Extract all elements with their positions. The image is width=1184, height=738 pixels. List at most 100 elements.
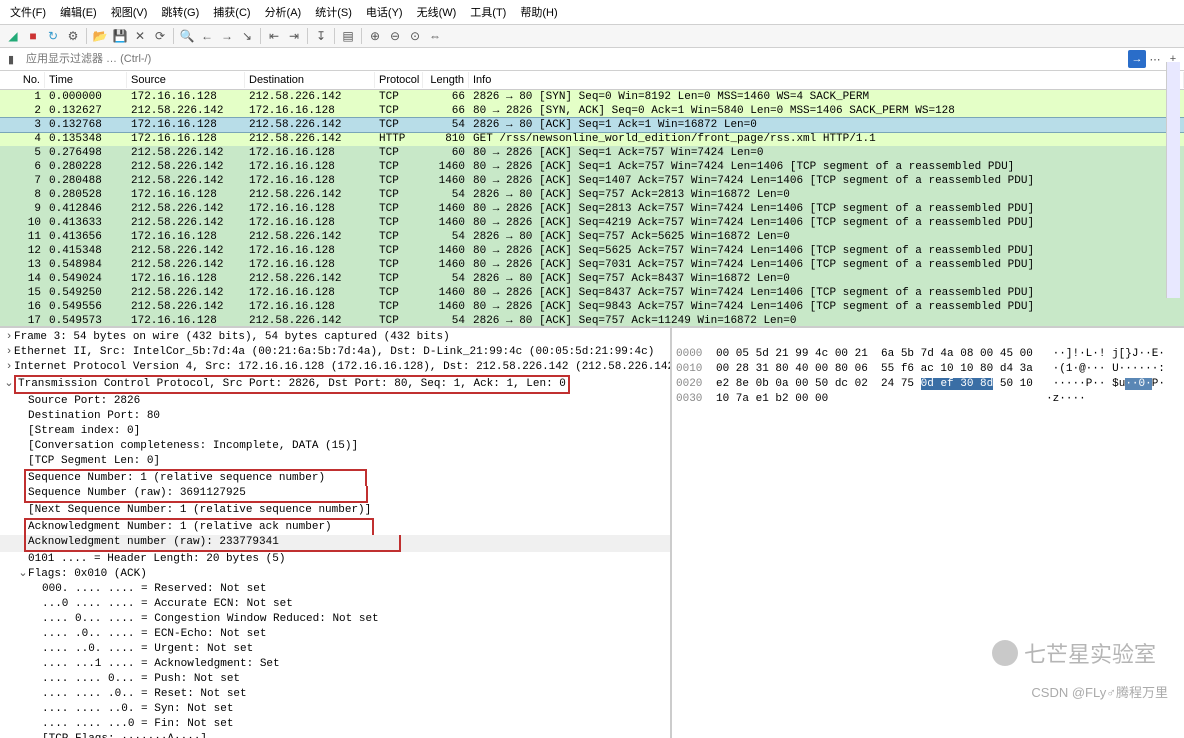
hex-row[interactable]: 10 7a e1 b2 00 00	[716, 393, 828, 405]
hex-row[interactable]: 00 28 31 80 40 00 80 06 55 f6 ac 10 10 8…	[716, 363, 1033, 375]
packet-map[interactable]	[1166, 62, 1180, 298]
find-icon[interactable]: 🔍	[178, 27, 196, 45]
packet-time: 0.135348	[45, 132, 127, 146]
packet-row[interactable]: 140.549024172.16.16.128212.58.226.142TCP…	[0, 272, 1184, 286]
menu-capture[interactable]: 捕获(C)	[207, 2, 256, 22]
packet-row[interactable]: 20.132627212.58.226.142172.16.16.128TCP6…	[0, 104, 1184, 118]
ack-relative[interactable]: Acknowledgment Number: 1 (relative ack n…	[28, 521, 332, 533]
col-protocol[interactable]: Protocol	[375, 72, 423, 88]
ip-summary[interactable]: Internet Protocol Version 4, Src: 172.16…	[14, 361, 672, 373]
col-length[interactable]: Length	[423, 72, 469, 88]
display-filter-input[interactable]	[20, 50, 1128, 68]
stop-capture-icon[interactable]: ■	[24, 27, 42, 45]
zoom-in-icon[interactable]: ⊕	[366, 27, 384, 45]
close-icon[interactable]: ✕	[131, 27, 149, 45]
first-icon[interactable]: ⇤	[265, 27, 283, 45]
col-no[interactable]: No.	[0, 72, 45, 88]
tcp-segment-len[interactable]: [TCP Segment Len: 0]	[28, 455, 160, 467]
open-icon[interactable]: 📂	[91, 27, 109, 45]
packet-row[interactable]: 160.549556212.58.226.142172.16.16.128TCP…	[0, 300, 1184, 314]
goto-icon[interactable]: ↘	[238, 27, 256, 45]
flag-push[interactable]: .... .... 0... = Push: Not set	[42, 673, 240, 685]
bookmark-icon[interactable]: ▮	[2, 50, 20, 68]
packet-no: 9	[0, 202, 45, 216]
flag-syn[interactable]: .... .... ..0. = Syn: Not set	[42, 703, 233, 715]
tcp-flags-string[interactable]: [TCP Flags: ·······A····]	[42, 733, 207, 738]
packet-proto: TCP	[375, 258, 423, 272]
packet-row[interactable]: 60.280228212.58.226.142172.16.16.128TCP1…	[0, 160, 1184, 174]
options-icon[interactable]: ⚙	[64, 27, 82, 45]
seq-relative[interactable]: Sequence Number: 1 (relative sequence nu…	[28, 472, 325, 484]
start-capture-icon[interactable]: ◢	[4, 27, 22, 45]
hex-row[interactable]: 00 05 5d 21 99 4c 00 21 6a 5b 7d 4a 08 0…	[716, 348, 1033, 360]
packet-row[interactable]: 170.549573172.16.16.128212.58.226.142TCP…	[0, 314, 1184, 326]
packet-row[interactable]: 110.413656172.16.16.128212.58.226.142TCP…	[0, 230, 1184, 244]
packet-row[interactable]: 30.132768172.16.16.128212.58.226.142TCP5…	[0, 118, 1184, 132]
flag-reserved[interactable]: 000. .... .... = Reserved: Not set	[42, 583, 266, 595]
packet-row[interactable]: 90.412846212.58.226.142172.16.16.128TCP1…	[0, 202, 1184, 216]
resize-icon[interactable]: ⇔	[426, 27, 444, 45]
flag-ae[interactable]: ...0 .... .... = Accurate ECN: Not set	[42, 598, 293, 610]
flag-reset[interactable]: .... .... .0.. = Reset: Not set	[42, 688, 247, 700]
apply-filter-icon[interactable]: →	[1128, 50, 1146, 68]
packet-info: 80 → 2826 [ACK] Seq=2813 Ack=757 Win=742…	[469, 202, 1184, 216]
flag-urgent[interactable]: .... ..0. .... = Urgent: Not set	[42, 643, 253, 655]
flag-ecn[interactable]: .... .0.. .... = ECN-Echo: Not set	[42, 628, 266, 640]
packet-row[interactable]: 120.415348212.58.226.142172.16.16.128TCP…	[0, 244, 1184, 258]
src-port[interactable]: Source Port: 2826	[28, 395, 140, 407]
col-time[interactable]: Time	[45, 72, 127, 88]
header-length[interactable]: 0101 .... = Header Length: 20 bytes (5)	[28, 553, 285, 565]
flag-fin[interactable]: .... .... ...0 = Fin: Not set	[42, 718, 233, 730]
packet-row[interactable]: 50.276498212.58.226.142172.16.16.128TCP6…	[0, 146, 1184, 160]
menu-view[interactable]: 视图(V)	[105, 2, 154, 22]
frame-summary[interactable]: Frame 3: 54 bytes on wire (432 bits), 54…	[14, 331, 450, 343]
menu-wireless[interactable]: 无线(W)	[411, 2, 463, 22]
stream-index[interactable]: [Stream index: 0]	[28, 425, 140, 437]
ack-raw[interactable]: Acknowledgment number (raw): 233779341	[28, 536, 279, 548]
dst-port[interactable]: Destination Port: 80	[28, 410, 160, 422]
packet-bytes[interactable]: 000000 05 5d 21 99 4c 00 21 6a 5b 7d 4a …	[672, 328, 1184, 738]
flags-summary[interactable]: Flags: 0x010 (ACK)	[28, 568, 147, 580]
next-seq[interactable]: [Next Sequence Number: 1 (relative seque…	[28, 504, 371, 516]
hex-row[interactable]: e2 8e 0b 0a 00 50 dc 02 24 75 0d ef 30 8…	[716, 378, 1033, 390]
seq-raw[interactable]: Sequence Number (raw): 3691127925	[28, 487, 246, 499]
menu-go[interactable]: 跳转(G)	[155, 2, 205, 22]
last-icon[interactable]: ⇥	[285, 27, 303, 45]
col-source[interactable]: Source	[127, 72, 245, 88]
packet-row[interactable]: 70.280488212.58.226.142172.16.16.128TCP1…	[0, 174, 1184, 188]
col-info[interactable]: Info	[469, 72, 1184, 88]
menu-analyze[interactable]: 分析(A)	[259, 2, 308, 22]
menu-help[interactable]: 帮助(H)	[514, 2, 563, 22]
packet-row[interactable]: 150.549250212.58.226.142172.16.16.128TCP…	[0, 286, 1184, 300]
tcp-summary[interactable]: Transmission Control Protocol, Src Port:…	[14, 375, 570, 394]
packet-row[interactable]: 100.413633212.58.226.142172.16.16.128TCP…	[0, 216, 1184, 230]
conversation-completeness[interactable]: [Conversation completeness: Incomplete, …	[28, 440, 358, 452]
save-icon[interactable]: 💾	[111, 27, 129, 45]
zoom-reset-icon[interactable]: ⊙	[406, 27, 424, 45]
packet-row[interactable]: 10.000000172.16.16.128212.58.226.142TCP6…	[0, 90, 1184, 104]
ethernet-summary[interactable]: Ethernet II, Src: IntelCor_5b:7d:4a (00:…	[14, 346, 654, 358]
menu-file[interactable]: 文件(F)	[4, 2, 52, 22]
prev-icon[interactable]: ←	[198, 27, 216, 45]
restart-capture-icon[interactable]: ↻	[44, 27, 62, 45]
flag-ack[interactable]: .... ...1 .... = Acknowledgment: Set	[42, 658, 280, 670]
menu-edit[interactable]: 编辑(E)	[54, 2, 103, 22]
autoscroll-icon[interactable]: ↧	[312, 27, 330, 45]
menu-statistics[interactable]: 统计(S)	[309, 2, 358, 22]
hex-selected[interactable]: 0d ef 30 8d	[921, 378, 994, 390]
packet-len: 54	[423, 272, 469, 286]
packet-row[interactable]: 130.548984212.58.226.142172.16.16.128TCP…	[0, 258, 1184, 272]
flag-cwr[interactable]: .... 0... .... = Congestion Window Reduc…	[42, 613, 379, 625]
col-destination[interactable]: Destination	[245, 72, 375, 88]
packet-list[interactable]: 10.000000172.16.16.128212.58.226.142TCP6…	[0, 90, 1184, 326]
packet-row[interactable]: 80.280528172.16.16.128212.58.226.142TCP5…	[0, 188, 1184, 202]
menu-telephony[interactable]: 电话(Y)	[360, 2, 409, 22]
packet-row[interactable]: 40.135348172.16.16.128212.58.226.142HTTP…	[0, 132, 1184, 146]
next-icon[interactable]: →	[218, 27, 236, 45]
reload-icon[interactable]: ⟳	[151, 27, 169, 45]
filter-options-icon[interactable]: ⋯	[1146, 50, 1164, 68]
colorize-icon[interactable]: ▤	[339, 27, 357, 45]
packet-details[interactable]: ›Frame 3: 54 bytes on wire (432 bits), 5…	[0, 328, 672, 738]
menu-tools[interactable]: 工具(T)	[464, 2, 512, 22]
zoom-out-icon[interactable]: ⊖	[386, 27, 404, 45]
